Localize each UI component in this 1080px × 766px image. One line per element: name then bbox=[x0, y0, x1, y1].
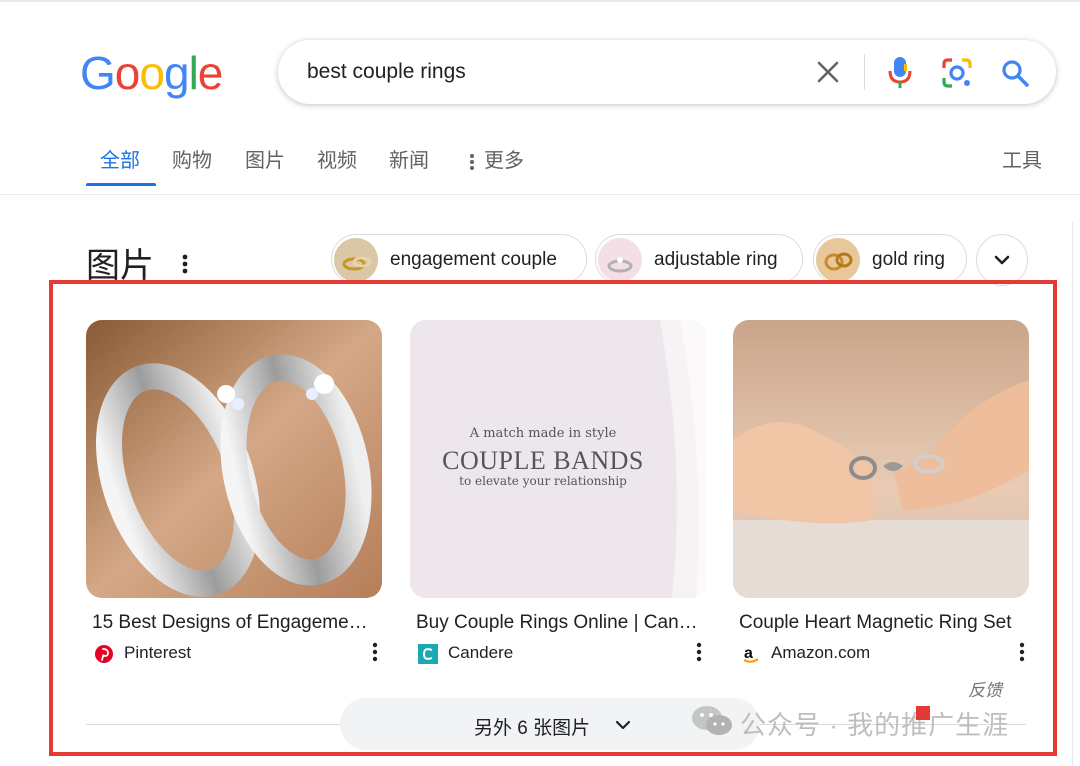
search-box[interactable]: best couple rings bbox=[278, 40, 1056, 104]
candere-icon bbox=[418, 644, 438, 664]
image-title[interactable]: Buy Couple Rings Online | Candere bbox=[416, 612, 700, 634]
source-name: Pinterest bbox=[124, 643, 192, 662]
chevron-down-icon bbox=[615, 720, 631, 730]
image-card-pinterest[interactable]: 15 Best Designs of Engagement Rings Pint… bbox=[86, 320, 382, 663]
image-thumbnail[interactable] bbox=[86, 320, 382, 598]
wechat-icon bbox=[692, 706, 732, 735]
google-logo[interactable]: Google bbox=[80, 46, 224, 100]
image-card-candere[interactable]: A match made in style COUPLE BANDS to el… bbox=[410, 320, 706, 664]
tab-news[interactable]: 新闻 bbox=[389, 144, 429, 173]
watermark-text: 公众号 · 我的推广生涯 bbox=[740, 710, 1010, 740]
more-vert-icon bbox=[470, 153, 474, 170]
more-vert-icon[interactable] bbox=[1017, 640, 1027, 666]
tab-more[interactable]: 更多 bbox=[470, 144, 524, 173]
image-thumbnail[interactable] bbox=[733, 320, 1029, 598]
red-marker bbox=[916, 706, 930, 720]
search-tabs: 全部 购物 图片 视频 新闻 更多 工具 bbox=[0, 140, 1080, 194]
clear-icon[interactable] bbox=[812, 56, 844, 88]
tab-videos[interactable]: 视频 bbox=[317, 144, 357, 173]
microphone-icon[interactable] bbox=[884, 54, 916, 90]
chip-adjustable-ring[interactable]: adjustable ring bbox=[595, 234, 803, 284]
tab-more-label: 更多 bbox=[484, 150, 524, 172]
image-title[interactable]: 15 Best Designs of Engagement Rings bbox=[92, 612, 376, 634]
tab-shopping[interactable]: 购物 bbox=[172, 144, 212, 173]
source-name: Candere bbox=[448, 643, 514, 662]
tab-images[interactable]: 图片 bbox=[245, 144, 285, 173]
logo-letter: o bbox=[139, 47, 165, 99]
search-query[interactable]: best couple rings bbox=[307, 60, 466, 84]
more-vert-icon[interactable] bbox=[370, 640, 380, 666]
logo-letter: G bbox=[80, 47, 116, 99]
chevron-down-icon[interactable] bbox=[976, 234, 1028, 286]
chip-label: engagement couple bbox=[390, 249, 557, 270]
images-heading: 图片 bbox=[86, 247, 154, 285]
amazon-icon: a bbox=[743, 645, 759, 663]
image-title[interactable]: Couple Heart Magnetic Ring Set bbox=[739, 612, 1023, 634]
svg-text:a: a bbox=[744, 645, 753, 662]
logo-letter: e bbox=[197, 47, 224, 99]
source-name: Amazon.com bbox=[771, 643, 871, 662]
chip-label: gold ring bbox=[872, 249, 945, 270]
panel-edge bbox=[1072, 222, 1073, 766]
logo-letter: g bbox=[163, 47, 190, 99]
active-tab-indicator bbox=[86, 183, 156, 186]
image-card-amazon[interactable]: Couple Heart Magnetic Ring Set a Amazon.… bbox=[733, 320, 1029, 663]
tab-all[interactable]: 全部 bbox=[100, 144, 140, 173]
more-vert-icon[interactable] bbox=[694, 640, 704, 666]
tabs-divider bbox=[0, 194, 1080, 195]
pinterest-icon bbox=[95, 645, 113, 663]
ring-thumbnail-icon bbox=[334, 238, 378, 282]
ring-thumbnail-icon bbox=[816, 238, 860, 282]
top-border bbox=[0, 0, 1080, 2]
candere-tagline-top: A match made in style bbox=[469, 426, 617, 441]
chip-engagement-couple[interactable]: engagement couple bbox=[331, 234, 587, 284]
logo-letter: l bbox=[188, 47, 199, 99]
feedback-link[interactable]: 反馈 bbox=[968, 676, 1002, 701]
logo-letter: o bbox=[114, 47, 141, 99]
chip-gold-ring[interactable]: gold ring bbox=[813, 234, 967, 284]
tools-button[interactable]: 工具 bbox=[1002, 144, 1042, 173]
search-divider bbox=[864, 54, 865, 90]
more-images-label: 另外 6 张图片 bbox=[474, 718, 591, 739]
candere-tagline-bottom: to elevate your relationship bbox=[459, 474, 627, 488]
candere-headline: COUPLE BANDS bbox=[442, 446, 644, 475]
google-lens-icon[interactable] bbox=[940, 56, 974, 90]
chip-label: adjustable ring bbox=[654, 249, 778, 270]
image-thumbnail[interactable]: A match made in style COUPLE BANDS to el… bbox=[410, 320, 706, 598]
ring-thumbnail-icon bbox=[598, 238, 642, 282]
search-icon[interactable] bbox=[998, 56, 1032, 90]
more-vert-icon[interactable] bbox=[178, 252, 192, 278]
